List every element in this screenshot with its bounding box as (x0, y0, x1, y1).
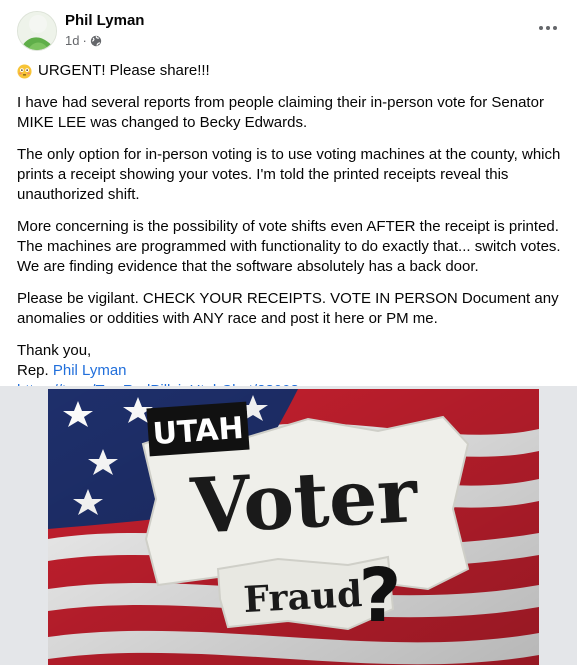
dot-icon (539, 26, 543, 30)
post-meta: 1d · (65, 33, 102, 48)
mention-link[interactable]: Phil Lyman (53, 362, 127, 379)
voter-fraud-graphic: UTAH Voter Fraud ? (48, 389, 539, 665)
thanks-text: Thank you, (17, 342, 92, 359)
meta-separator: · (82, 33, 87, 48)
post-media: UTAH Voter Fraud ? (0, 386, 577, 665)
flushed-face-emoji-icon (17, 63, 32, 79)
post-paragraph-2: I have had several reports from people c… (17, 94, 544, 131)
dot-icon (546, 26, 550, 30)
post-paragraph-1: URGENT! Please share!!! (17, 61, 569, 81)
dot-icon (553, 26, 557, 30)
question-mark: ? (359, 553, 402, 639)
facebook-post: Phil Lyman 1d · URGENT! Please share!!! … (0, 0, 577, 665)
avatar-image (18, 12, 56, 50)
post-body: URGENT! Please share!!! I have had sever… (17, 61, 569, 401)
more-options-button[interactable] (533, 16, 563, 40)
utah-label: UTAH (152, 411, 245, 452)
post-paragraph-3: The only option for in-person voting is … (17, 146, 561, 203)
post-text: URGENT! Please share!!! (38, 62, 210, 79)
post-header: Phil Lyman 1d · (0, 0, 577, 60)
post-image[interactable]: UTAH Voter Fraud ? (48, 389, 539, 665)
fraud-text: Fraud (243, 573, 364, 621)
post-paragraph-4: More concerning is the possibility of vo… (17, 218, 561, 275)
avatar[interactable] (17, 11, 57, 51)
post-time[interactable]: 1d (65, 33, 79, 48)
signature-prefix: Rep. (17, 362, 49, 379)
post-paragraph-5: Please be vigilant. CHECK YOUR RECEIPTS.… (17, 290, 559, 327)
globe-icon[interactable] (90, 35, 102, 47)
author-name[interactable]: Phil Lyman (65, 12, 144, 29)
voter-text: Voter (188, 450, 420, 551)
